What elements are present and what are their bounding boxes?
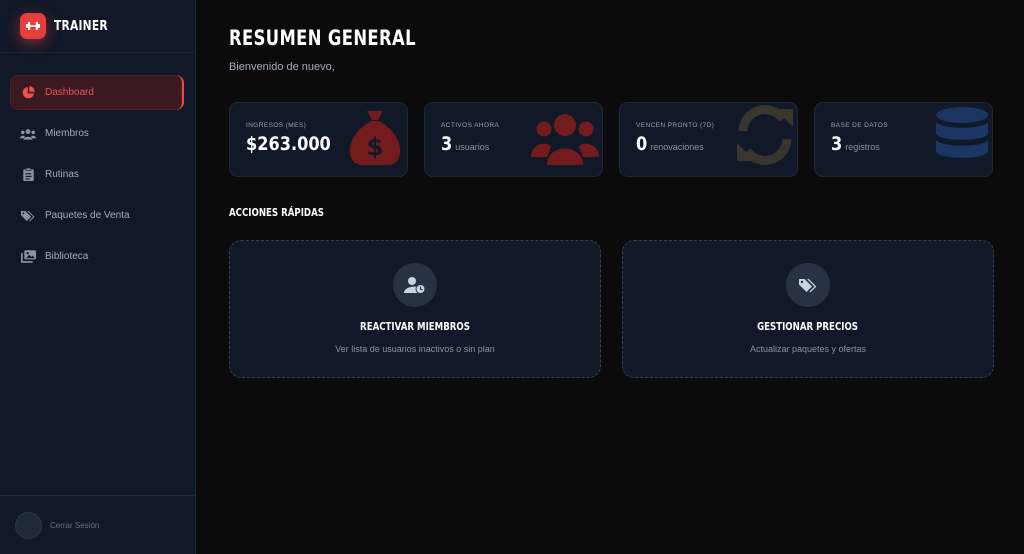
stat-number: 0 bbox=[636, 133, 648, 155]
sidebar-item-dashboard[interactable]: Dashboard bbox=[10, 75, 184, 110]
stat-number: $263.000 bbox=[246, 133, 331, 155]
welcome-text: Bienvenido de nuevo, bbox=[229, 61, 335, 73]
sidebar-item-label: Miembros bbox=[45, 128, 89, 139]
logout-button[interactable]: Cerrar Sesión bbox=[50, 521, 99, 530]
database-icon bbox=[936, 107, 988, 158]
page-title: RESUMEN GENERAL bbox=[229, 26, 416, 50]
brand: TRAINER bbox=[0, 0, 195, 53]
photo-library-icon bbox=[20, 249, 36, 265]
stat-value: 0 renovaciones bbox=[636, 133, 704, 155]
tags-icon bbox=[20, 208, 36, 224]
brand-name: TRAINER bbox=[54, 18, 108, 34]
action-title: REACTIVAR MIEMBROS bbox=[360, 321, 470, 333]
tags-icon bbox=[786, 263, 830, 307]
stats-row: $ INGRESOS (MES) $263.000 ACTIVOS AHORA … bbox=[229, 102, 993, 177]
stat-card-active: ACTIVOS AHORA 3 usuarios bbox=[424, 102, 603, 177]
action-title: GESTIONAR PRECIOS bbox=[757, 321, 859, 333]
stat-card-database: BASE DE DATOS 3 registros bbox=[814, 102, 993, 177]
stat-unit: registros bbox=[845, 142, 880, 152]
user-clock-icon bbox=[393, 263, 437, 307]
stat-card-expiring: VENCEN PRONTO (7D) 0 renovaciones bbox=[619, 102, 798, 177]
money-bag-icon: $ bbox=[349, 111, 401, 165]
clipboard-icon bbox=[20, 167, 36, 183]
sidebar: TRAINER Dashboard Miembros Rutinas Paque… bbox=[0, 0, 196, 554]
sidebar-item-packages[interactable]: Paquetes de Venta bbox=[10, 198, 184, 233]
manage-prices-card[interactable]: GESTIONAR PRECIOS Actualizar paquetes y … bbox=[622, 240, 994, 378]
stat-unit: usuarios bbox=[455, 142, 490, 152]
stat-number: 3 bbox=[831, 133, 843, 155]
sidebar-item-label: Biblioteca bbox=[45, 251, 89, 262]
sidebar-item-library[interactable]: Biblioteca bbox=[10, 239, 184, 274]
sidebar-item-routines[interactable]: Rutinas bbox=[10, 157, 184, 192]
stat-value: 3 usuarios bbox=[441, 133, 489, 155]
stat-card-income: $ INGRESOS (MES) $263.000 bbox=[229, 102, 408, 177]
stat-label: INGRESOS (MES) bbox=[246, 122, 307, 129]
reactivate-members-card[interactable]: REACTIVAR MIEMBROS Ver lista de usuarios… bbox=[229, 240, 601, 378]
stat-label: ACTIVOS AHORA bbox=[441, 122, 500, 129]
sidebar-item-members[interactable]: Miembros bbox=[10, 116, 184, 151]
action-description: Ver lista de usuarios inactivos o sin pl… bbox=[335, 344, 495, 354]
sidebar-nav: Dashboard Miembros Rutinas Paquetes de V… bbox=[10, 75, 184, 280]
sidebar-footer: Cerrar Sesión bbox=[0, 495, 196, 554]
quick-actions-title: ACCIONES RÁPIDAS bbox=[229, 207, 324, 219]
stat-label: BASE DE DATOS bbox=[831, 122, 888, 129]
stat-unit: renovaciones bbox=[650, 142, 704, 152]
dumbbell-icon bbox=[20, 13, 46, 39]
users-icon bbox=[20, 126, 36, 142]
chart-pie-icon bbox=[20, 85, 36, 101]
avatar[interactable] bbox=[15, 511, 42, 539]
sidebar-item-label: Rutinas bbox=[45, 169, 79, 180]
sync-icon bbox=[737, 105, 793, 165]
sidebar-item-label: Paquetes de Venta bbox=[45, 210, 130, 221]
stat-number: 3 bbox=[441, 133, 453, 155]
users-icon bbox=[531, 114, 599, 165]
stat-value: 3 registros bbox=[831, 133, 880, 155]
action-description: Actualizar paquetes y ofertas bbox=[749, 344, 867, 354]
quick-actions: REACTIVAR MIEMBROS Ver lista de usuarios… bbox=[229, 240, 994, 378]
svg-text:$: $ bbox=[367, 133, 384, 161]
stat-label: VENCEN PRONTO (7D) bbox=[636, 122, 715, 129]
sidebar-item-label: Dashboard bbox=[45, 87, 94, 98]
stat-value: $263.000 bbox=[246, 133, 346, 155]
